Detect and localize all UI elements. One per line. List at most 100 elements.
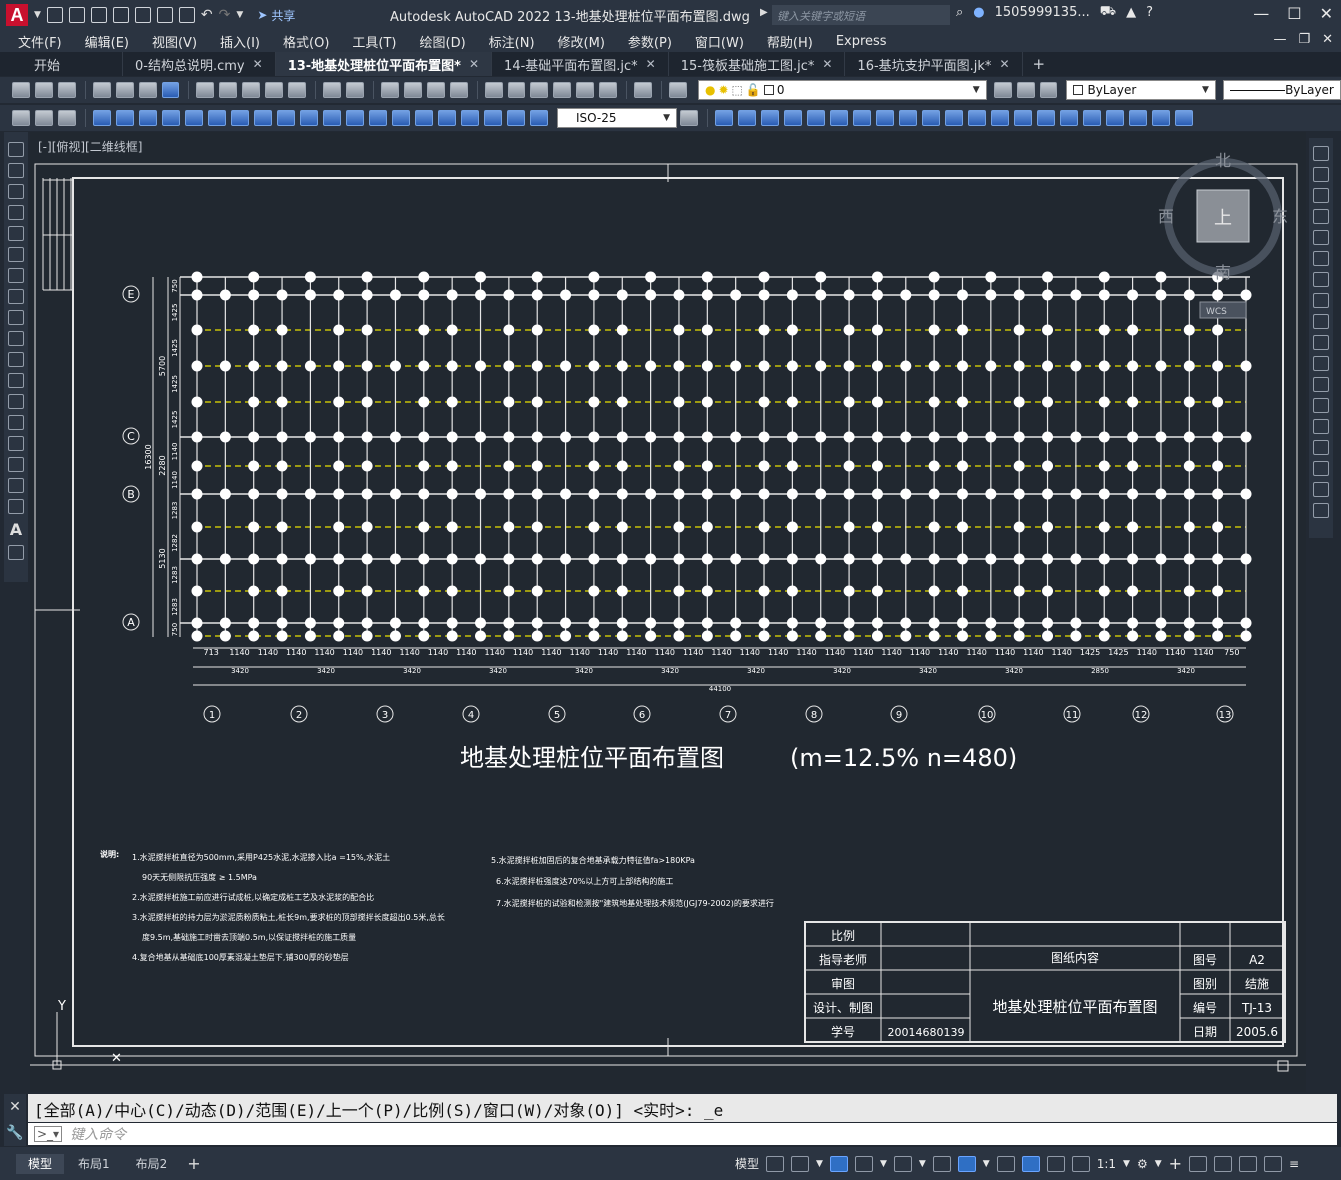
point-icon[interactable] <box>8 415 24 430</box>
open-icon[interactable] <box>34 82 53 98</box>
open-icon[interactable] <box>68 7 85 23</box>
scale-chevron-icon[interactable]: ▼ <box>1123 1159 1130 1169</box>
qat-customize-icon[interactable]: ▼ <box>236 10 243 20</box>
attribute-edit-icon[interactable] <box>35 110 53 126</box>
add-layout-icon[interactable]: + <box>187 1154 200 1173</box>
rotate-icon[interactable] <box>853 110 871 126</box>
doc-restore-icon[interactable]: ❐ <box>1298 32 1310 47</box>
region-icon[interactable] <box>1129 110 1147 126</box>
sheet-set-icon[interactable] <box>553 82 572 98</box>
ortho-icon[interactable] <box>829 1155 848 1172</box>
menu-item[interactable]: 帮助(H) <box>767 32 823 51</box>
design-feed-icon[interactable] <box>161 82 180 98</box>
wipeout-icon[interactable] <box>1152 110 1170 126</box>
qnew-icon[interactable] <box>12 82 30 98</box>
save-web-icon[interactable] <box>156 7 173 23</box>
dim-style-manager-icon[interactable] <box>680 110 698 126</box>
save-as-icon[interactable] <box>112 7 129 23</box>
fillet-icon[interactable] <box>1313 461 1329 476</box>
menu-item[interactable]: Express <box>836 34 897 49</box>
mirror-icon[interactable] <box>1313 188 1329 203</box>
close-icon[interactable]: ✕ <box>1320 4 1333 23</box>
layer-walk-icon[interactable] <box>58 110 76 126</box>
center-mark-icon[interactable] <box>415 110 433 126</box>
move-icon[interactable] <box>1313 251 1329 266</box>
add-selected-icon[interactable] <box>8 545 24 560</box>
dim-continue-icon[interactable] <box>323 110 341 126</box>
user-icon[interactable]: ● <box>973 5 984 20</box>
doc-minimize-icon[interactable]: — <box>1273 32 1286 47</box>
layer-previous-icon[interactable] <box>1016 82 1035 98</box>
circle-icon[interactable] <box>8 268 24 283</box>
polyline-icon[interactable] <box>8 184 24 199</box>
menu-item[interactable]: 编辑(E) <box>85 32 139 51</box>
search-icon[interactable]: ⌕ <box>956 5 963 20</box>
search-expand-icon[interactable]: ▶ <box>760 7 768 18</box>
tab-close-icon[interactable]: ✕ <box>253 57 263 71</box>
share-button[interactable]: ➤ 共享 <box>257 7 295 24</box>
dim-radius-icon[interactable] <box>185 110 203 126</box>
dim-text-edit-icon[interactable] <box>507 110 525 126</box>
join-icon[interactable] <box>991 110 1009 126</box>
array-icon[interactable] <box>807 110 825 126</box>
dim-angular-icon[interactable] <box>254 110 272 126</box>
undo-icon[interactable] <box>323 82 341 98</box>
block-editor-icon[interactable] <box>288 82 307 98</box>
array-icon[interactable] <box>1313 230 1329 245</box>
break-icon[interactable] <box>1313 398 1329 413</box>
open-web-icon[interactable] <box>134 7 151 23</box>
hardware-acceleration-icon[interactable] <box>1214 1155 1233 1172</box>
zoom-window-icon[interactable] <box>426 82 445 98</box>
tab-close-icon[interactable]: ✕ <box>646 57 656 71</box>
autodesk-app-icon[interactable]: ▲ <box>1126 5 1136 20</box>
menu-item[interactable]: 工具(T) <box>352 32 406 51</box>
stretch-icon[interactable] <box>899 110 917 126</box>
chamfer-icon[interactable] <box>1313 440 1329 455</box>
menu-item[interactable]: 标注(N) <box>489 32 545 51</box>
file-tab[interactable]: 0-结构总说明.cmy ✕ <box>123 52 276 76</box>
menu-item[interactable]: 修改(M) <box>558 32 615 51</box>
user-name[interactable]: 1505999135... <box>995 5 1090 20</box>
erase-icon[interactable] <box>715 110 733 126</box>
isolate-objects-icon[interactable] <box>1189 1155 1208 1172</box>
cart-icon[interactable]: ⛟ <box>1100 4 1116 21</box>
file-tab[interactable]: 15-筏板基础施工图.jc* ✕ <box>669 52 846 76</box>
object-snap-icon[interactable] <box>957 1155 976 1172</box>
stretch-icon[interactable] <box>1313 314 1329 329</box>
dim-jogged-icon[interactable] <box>208 110 226 126</box>
line-icon[interactable] <box>8 142 24 157</box>
redo-icon[interactable] <box>345 82 364 98</box>
table-icon[interactable] <box>8 499 24 514</box>
break-icon[interactable] <box>968 110 986 126</box>
dim-ordinate-icon[interactable] <box>162 110 180 126</box>
dim-space-icon[interactable] <box>346 110 364 126</box>
extend-icon[interactable] <box>1313 356 1329 371</box>
mirror-icon[interactable] <box>761 110 779 126</box>
fullscreen-icon[interactable] <box>1264 1155 1283 1172</box>
maximize-icon[interactable]: ☐ <box>1287 4 1301 23</box>
blend-curves-icon[interactable] <box>1313 482 1329 497</box>
app-menu-chevron-icon[interactable]: ▼ <box>34 10 41 20</box>
jogged-linear-icon[interactable] <box>461 110 479 126</box>
annotation-scale-icon[interactable] <box>1071 1155 1090 1172</box>
spline-icon[interactable] <box>8 310 24 325</box>
rectangle-icon[interactable] <box>8 226 24 241</box>
drawing-viewport[interactable]: [-][俯视][二维线框] E C B A 750 1425 1425 1425 1425 114… <box>30 132 1306 1092</box>
publish-icon[interactable] <box>138 82 157 98</box>
rotate-icon[interactable] <box>1313 272 1329 287</box>
revcloud-icon[interactable] <box>1175 110 1193 126</box>
grid-icon[interactable] <box>766 1155 785 1172</box>
copy-icon[interactable] <box>1313 167 1329 182</box>
print-icon[interactable] <box>178 7 195 23</box>
isodraft-chevron-icon[interactable]: ▼ <box>919 1159 926 1169</box>
match-properties-icon[interactable] <box>265 82 284 98</box>
workspace-chevron-icon[interactable]: ▼ <box>1155 1159 1162 1169</box>
multiline-text-icon[interactable]: A <box>10 520 22 539</box>
fillet-icon[interactable] <box>1037 110 1055 126</box>
revision-cloud-icon[interactable] <box>8 289 24 304</box>
make-current-layer-icon[interactable] <box>993 82 1012 98</box>
inspection-icon[interactable] <box>438 110 456 126</box>
chamfer-icon[interactable] <box>1014 110 1032 126</box>
save-icon[interactable] <box>57 82 76 98</box>
layer-on-bulb-icon[interactable]: ● <box>705 83 715 97</box>
